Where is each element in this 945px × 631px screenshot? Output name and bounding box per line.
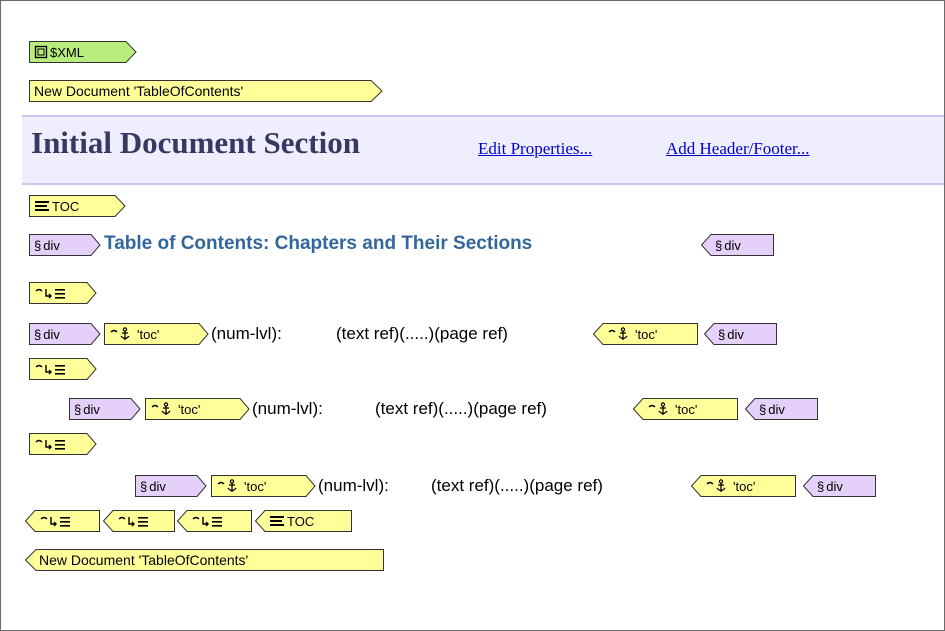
num-level-field: (num-lvl): [252, 399, 323, 418]
toc-level-start-tag[interactable] [29, 433, 97, 455]
text-page-ref-field: (text ref)(.....)(page ref) [336, 324, 508, 343]
div-label: div [43, 237, 60, 253]
anchor-bookmark-icon [706, 479, 726, 492]
div-start-tag[interactable]: § div [29, 234, 101, 256]
section-sign-icon: § [140, 478, 148, 494]
text-page-ref-field: (text ref)(.....)(page ref) [431, 476, 603, 495]
toc-level-icon [35, 364, 65, 375]
section-sign-icon: § [715, 237, 723, 253]
anchor-bookmark-icon [110, 327, 130, 340]
section-sign-icon: § [34, 326, 42, 342]
toc-start-tag[interactable]: TOC [29, 195, 126, 217]
toc-bookmark-start-tag[interactable]: 'toc' [211, 475, 316, 497]
new-document-label: New Document 'TableOfContents' [34, 83, 244, 99]
anchor-bookmark-icon [217, 479, 237, 492]
num-level-field: (num-lvl): [211, 324, 282, 343]
toc-bookmark-end-tag[interactable]: 'toc' [632, 398, 738, 420]
toc-level-icon [35, 288, 65, 299]
toc-bookmark-end-tag[interactable]: 'toc' [592, 323, 698, 345]
div-end-tag[interactable]: § div [744, 398, 818, 420]
div-start-tag[interactable]: § div [69, 398, 141, 420]
toc-bookmark-label: 'toc' [675, 401, 698, 417]
toc-heading: Table of Contents: Chapters and Their Se… [104, 233, 533, 254]
section-sign-icon: § [718, 326, 726, 342]
new-document-end-tag[interactable]: New Document 'TableOfContents' [24, 549, 384, 571]
div-label: div [826, 478, 843, 494]
div-end-tag[interactable]: § div [802, 475, 876, 497]
anchor-bookmark-icon [608, 327, 628, 340]
toc-level-icon [118, 516, 148, 527]
toc-level-start-tag[interactable] [29, 358, 97, 380]
edit-properties-link[interactable]: Edit Properties... [478, 139, 592, 159]
div-end-tag[interactable]: § div [700, 234, 774, 256]
new-document-start-tag[interactable]: New Document 'TableOfContents' [29, 80, 384, 102]
div-label: div [149, 478, 166, 494]
toc-level-icon [192, 516, 222, 527]
div-label: div [727, 326, 744, 342]
section-sign-icon: § [759, 401, 767, 417]
toc-level-end-tag[interactable] [24, 510, 100, 532]
xml-tag-label: $XML [50, 44, 84, 60]
xml-start-tag[interactable]: $XML [29, 41, 137, 63]
section-sign-icon: § [34, 237, 42, 253]
toc-level-end-tag[interactable] [102, 510, 175, 532]
toc-level-icon [35, 439, 65, 450]
toc-bookmark-start-tag[interactable]: 'toc' [104, 323, 209, 345]
div-label: div [724, 237, 741, 253]
document-icon [34, 45, 48, 59]
text-page-ref-field: (text ref)(.....)(page ref) [375, 399, 547, 418]
num-level-field: (num-lvl): [318, 476, 389, 495]
anchor-bookmark-icon [151, 402, 171, 415]
design-view: $XML New Document 'TableOfContents' Init… [0, 0, 945, 631]
toc-label: TOC [287, 513, 315, 529]
toc-level-start-tag[interactable] [29, 282, 97, 304]
div-start-tag[interactable]: § div [29, 323, 101, 345]
toc-bookmark-start-tag[interactable]: 'toc' [145, 398, 250, 420]
toc-level-icon [40, 516, 70, 527]
toc-end-tag[interactable]: TOC [254, 510, 352, 532]
toc-bookmark-label: 'toc' [635, 326, 658, 342]
anchor-bookmark-icon [648, 402, 668, 415]
toc-list-icon [270, 516, 284, 526]
toc-list-icon [35, 201, 49, 211]
toc-bookmark-label: 'toc' [178, 401, 201, 417]
div-label: div [768, 401, 785, 417]
div-end-tag[interactable]: § div [703, 323, 777, 345]
toc-bookmark-label: 'toc' [733, 478, 756, 494]
section-sign-icon: § [817, 478, 825, 494]
toc-label: TOC [52, 198, 80, 214]
toc-bookmark-label: 'toc' [244, 478, 267, 494]
div-label: div [43, 326, 60, 342]
div-start-tag[interactable]: § div [135, 475, 207, 497]
add-header-footer-link[interactable]: Add Header/Footer... [666, 139, 810, 159]
toc-level-end-tag[interactable] [176, 510, 252, 532]
div-label: div [83, 401, 100, 417]
toc-bookmark-label: 'toc' [137, 326, 160, 342]
section-title: Initial Document Section [31, 125, 360, 160]
toc-bookmark-end-tag[interactable]: 'toc' [690, 475, 796, 497]
new-document-label: New Document 'TableOfContents' [39, 552, 249, 568]
section-sign-icon: § [74, 401, 82, 417]
